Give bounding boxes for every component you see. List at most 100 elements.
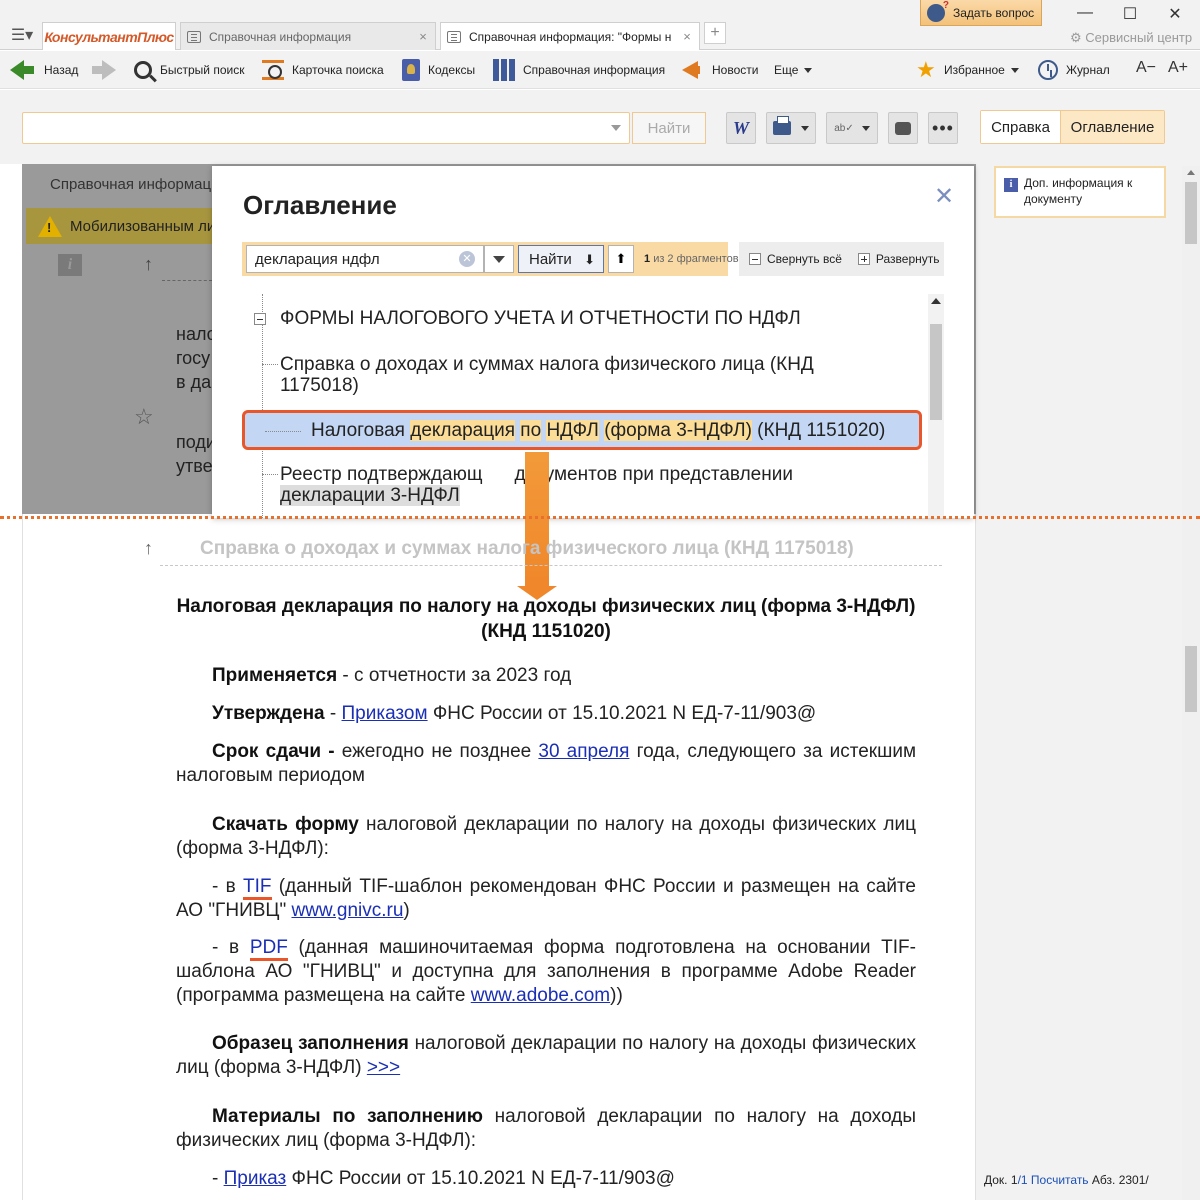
close-tab-icon[interactable]: × [415, 29, 431, 44]
sample-link[interactable]: >>> [367, 1057, 400, 1078]
clear-icon[interactable]: ✕ [459, 251, 475, 267]
order-link[interactable]: Приказ [224, 1168, 287, 1189]
adobe-link[interactable]: www.adobe.com [471, 985, 610, 1006]
text: ежегодно не позднее [334, 741, 539, 762]
search-history-dropdown[interactable] [603, 113, 629, 143]
contents-search-dropdown[interactable] [484, 245, 514, 273]
scroll-up-icon[interactable] [931, 298, 941, 304]
maximize-icon[interactable]: ☐ [1115, 4, 1145, 24]
tree-item[interactable]: Реестр подтверждающ документов при предст… [262, 464, 880, 506]
doc-tab-label: Справочная информаци [50, 176, 220, 193]
doc-extra-info-label: Доп. информация к документу [1024, 176, 1133, 206]
scrollbar-thumb[interactable] [930, 324, 942, 420]
logo-tab[interactable]: КонсультантПлюс [42, 22, 176, 50]
quick-search-button[interactable]: Быстрый поиск [134, 57, 244, 83]
approved-label: Утверждена [212, 703, 325, 724]
item-text: Реестр подтверждающ [280, 464, 483, 485]
close-tab-icon[interactable]: × [679, 29, 695, 44]
export-word-button[interactable]: W [726, 112, 756, 144]
comment-icon [895, 121, 911, 135]
count-link[interactable]: Посчитать [1031, 1173, 1089, 1187]
up-arrow-icon: ↑ [144, 254, 153, 274]
forward-button[interactable] [92, 57, 124, 83]
tab-reference-info[interactable]: Справочная информация × [180, 22, 436, 50]
font-smaller-button[interactable]: A− [1136, 59, 1156, 77]
tab-reference[interactable]: Справка [981, 111, 1061, 143]
doc-extra-info-button[interactable]: i Доп. информация к документу [994, 166, 1166, 218]
item-text: Налоговая [311, 420, 411, 441]
star-outline-icon[interactable]: ☆ [134, 404, 154, 430]
match-counter: 1 из 2 фрагментов [644, 253, 739, 265]
print-button[interactable] [766, 112, 816, 144]
materials-paragraph: Материалы по заполнению налоговой деклар… [176, 1105, 916, 1153]
reference-info-button[interactable]: Справочная информация [493, 57, 665, 83]
close-icon[interactable]: ✕ [934, 182, 954, 211]
match-highlight: НДФЛ [546, 420, 599, 441]
text: - в [212, 876, 244, 897]
scrollbar-thumb[interactable] [1185, 646, 1197, 712]
service-center-link[interactable]: ⚙ Сервисный центр [1070, 30, 1192, 46]
tab-contents[interactable]: Оглавление [1061, 111, 1164, 143]
tif-download-link[interactable]: TIF [243, 876, 272, 900]
collapse-all-button[interactable]: Свернуть всё [767, 252, 842, 266]
consultant-icon [927, 0, 949, 22]
panel-tabs: Справка Оглавление [980, 110, 1165, 144]
megaphone-icon [682, 61, 700, 79]
new-tab-button[interactable]: + [704, 22, 726, 44]
back-button[interactable]: Назад [10, 57, 78, 83]
order-link[interactable]: Приказом [342, 703, 428, 724]
main-menu-button[interactable]: ☰▾ [4, 22, 40, 48]
collapse-node-icon[interactable] [254, 313, 266, 325]
gnivc-link[interactable]: www.gnivc.ru [291, 900, 403, 921]
up-arrow-icon[interactable]: ↑ [144, 538, 153, 559]
back-label: Назад [44, 63, 79, 77]
info-icon: i [1004, 178, 1018, 192]
text: - [212, 1168, 224, 1189]
item-text: (КНД 1151020) [751, 420, 886, 441]
text: (данный TIF-шаблон рекомендован ФНС Росс… [176, 876, 916, 921]
tree-item-selected[interactable]: Налоговая декларация по НДФЛ (форма 3-НД… [242, 410, 922, 450]
codexes-button[interactable]: Кодексы [402, 57, 475, 83]
tree-root-node[interactable]: ФОРМЫ НАЛОГОВОГО УЧЕТА И ОТЧЕТНОСТИ ПО Н… [254, 308, 801, 330]
forward-arrow-tail [92, 66, 102, 74]
text: - в [212, 937, 250, 958]
books-icon [493, 59, 515, 81]
find-previous-button[interactable]: ⬆ [608, 245, 634, 273]
status-bar: Док. 1/1 Посчитать Абз. 2301/ [984, 1173, 1149, 1187]
expand-button[interactable]: Развернуть [876, 252, 940, 266]
main-search-input[interactable] [22, 112, 630, 144]
scrollbar-thumb[interactable] [1185, 182, 1197, 244]
doc-total: /1 [1017, 1173, 1028, 1187]
pdf-paragraph: - в PDF (данная машиночитаемая форма под… [176, 936, 916, 1008]
text: ) [403, 900, 410, 921]
close-window-icon[interactable]: ✕ [1160, 4, 1190, 24]
tree-item[interactable]: Справка о доходах и суммах налога физиче… [262, 354, 860, 396]
favorites-button[interactable]: ★ Избранное [916, 57, 1019, 83]
main-find-button[interactable]: Найти [632, 112, 706, 144]
comment-button[interactable] [888, 112, 918, 144]
more-options-button[interactable]: ••• [928, 112, 958, 144]
main-toolbar: Назад Быстрый поиск Карточка поиска Коде… [0, 51, 1200, 89]
chevron-down-icon [801, 125, 809, 131]
font-larger-button[interactable]: A+ [1168, 59, 1188, 77]
news-button[interactable]: Новости [682, 57, 758, 83]
back-arrow-tail [24, 66, 34, 74]
journal-button[interactable]: Журнал [1038, 57, 1110, 83]
deadline-date-link[interactable]: 30 апреля [538, 741, 629, 762]
favorites-label: Избранное [944, 63, 1005, 77]
minimize-icon[interactable]: — [1070, 4, 1100, 22]
ask-question-button[interactable]: Задать вопрос [920, 0, 1042, 26]
search-card-button[interactable]: Карточка поиска [262, 57, 384, 83]
tab-forms-active[interactable]: Справочная информация: "Формы н × [440, 22, 700, 50]
contents-find-button[interactable]: Найти ⬇ [518, 245, 604, 273]
spellcheck-button[interactable]: ab✓ [826, 112, 878, 144]
scroll-up-icon[interactable] [1187, 170, 1195, 175]
chevron-down-icon [1010, 67, 1019, 73]
contents-search-input[interactable]: декларация ндфл ✕ [246, 245, 484, 273]
pdf-download-link[interactable]: PDF [249, 937, 288, 961]
more-menu-button[interactable]: Еще [774, 57, 813, 83]
document-scrollbar[interactable] [1182, 166, 1200, 1200]
spellcheck-icon: ab✓ [834, 122, 854, 134]
contents-scrollbar[interactable] [928, 294, 944, 518]
title-bar: ☰▾ КонсультантПлюс Справочная информация… [0, 0, 1200, 50]
